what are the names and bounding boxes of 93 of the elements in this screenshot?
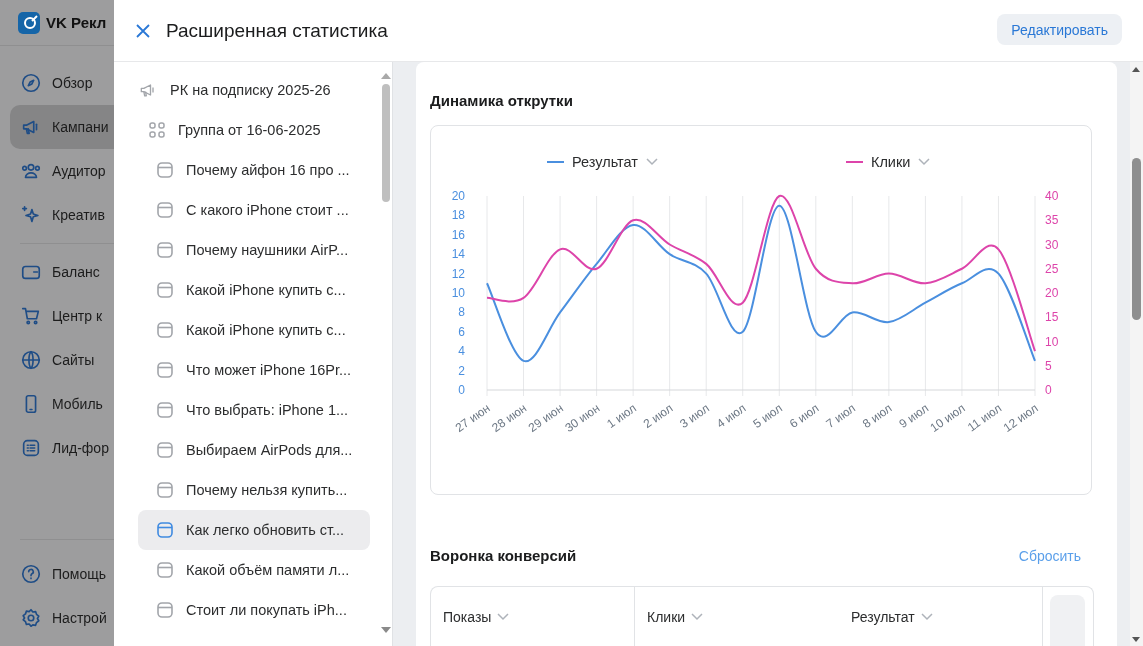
scrollbar[interactable] — [1130, 62, 1143, 646]
window-icon — [156, 441, 174, 459]
nav-item[interactable]: Лид-фор — [10, 426, 114, 470]
nav-item[interactable]: Кампани — [10, 105, 114, 149]
axis-tick-label: 10 — [451, 286, 465, 300]
legend-item[interactable]: Клики — [845, 154, 931, 170]
nav-item[interactable]: Мобиль — [10, 382, 114, 426]
section-title: Динамика открутки — [430, 92, 574, 109]
axis-tick-label: 0 — [1045, 383, 1052, 397]
axis-tick-label: 18 — [451, 208, 465, 223]
globe-icon — [20, 349, 42, 371]
axis-tick-label: 7 июл — [823, 401, 859, 432]
tree-item[interactable]: Почему айфон 16 про ... — [138, 150, 370, 190]
axis-tick-label: 6 — [458, 324, 465, 339]
logo-icon — [18, 11, 40, 34]
help-icon — [20, 563, 42, 585]
axis-tick-label: 5 — [1045, 358, 1052, 373]
nav-item[interactable]: Обзор — [10, 61, 114, 105]
tree-item[interactable]: Как легко обновить ст... — [138, 510, 370, 550]
axis-tick-label: 16 — [451, 227, 465, 242]
window-icon — [156, 201, 174, 219]
edit-button[interactable]: Редактировать — [997, 14, 1122, 45]
axis-tick-label: 3 июл — [677, 401, 712, 432]
axis-tick-label: 14 — [451, 247, 465, 262]
tree-item[interactable]: Какой iPhone купить с... — [138, 310, 370, 350]
list-icon — [20, 437, 42, 459]
axis-tick-label: 35 — [1045, 213, 1059, 228]
axis-tick-label: 25 — [1045, 261, 1059, 276]
tree-item[interactable]: Выбираем AirPods для... — [138, 430, 370, 470]
axis-tick-label: 30 июн — [562, 401, 603, 435]
cart-icon — [20, 305, 42, 327]
nav-item[interactable]: Креатив — [10, 193, 114, 237]
axis-tick-label: 0 — [458, 383, 465, 397]
window-icon — [156, 161, 174, 179]
window-icon — [156, 561, 174, 579]
window-icon — [156, 401, 174, 419]
nav-item[interactable]: Сайты — [10, 338, 114, 382]
close-icon[interactable] — [136, 23, 150, 38]
axis-tick-label: 30 — [1045, 237, 1059, 252]
settings-icon — [20, 607, 42, 629]
tree-item[interactable]: Какой iPhone купить с... — [138, 270, 370, 310]
axis-tick-label: 8 июл — [859, 401, 895, 432]
chevron-down-icon — [691, 612, 704, 621]
nav-item[interactable]: Аудитор — [10, 149, 114, 193]
axis-tick-label: 40 — [1045, 189, 1059, 203]
section-title: Воронка конверсий — [430, 547, 577, 564]
tree-item[interactable]: Что выбрать: iPhone 1... — [138, 390, 370, 430]
grid-icon — [148, 121, 166, 139]
axis-tick-label: 11 июл — [964, 401, 1005, 435]
window-icon — [156, 521, 174, 539]
window-icon — [156, 321, 174, 339]
tree-item[interactable]: Стоит ли покупать iPh... — [138, 590, 370, 630]
tree-item[interactable]: Почему нельзя купить... — [138, 470, 370, 510]
axis-tick-label: 10 — [1045, 334, 1059, 349]
tree-item[interactable]: Что может iPhone 16Pr... — [138, 350, 370, 390]
axis-tick-label: 20 — [451, 189, 465, 203]
window-icon — [156, 361, 174, 379]
nav-item[interactable]: Помощь — [10, 552, 114, 596]
axis-tick-label: 2 — [458, 363, 465, 378]
axis-tick-label: 4 июл — [713, 401, 749, 432]
compass-icon — [20, 72, 42, 94]
axis-tick-label: 5 июл — [750, 401, 785, 432]
window-icon — [156, 601, 174, 619]
column-header[interactable]: Результат — [839, 587, 1043, 646]
tree-item[interactable]: РК на подписку 2025-26 — [138, 70, 370, 110]
chevron-down-icon — [497, 612, 510, 621]
window-icon — [156, 241, 174, 259]
axis-tick-label: 8 — [458, 305, 465, 320]
tree-item[interactable]: Какой объём памяти л... — [138, 550, 370, 590]
axis-tick-label: 1 июл — [604, 401, 639, 432]
axis-tick-label: 4 — [458, 344, 465, 359]
chevron-down-icon — [918, 158, 931, 166]
app-logo-text: VK Рекл — [46, 14, 107, 31]
tree-item[interactable]: Группа от 16-06-2025 — [138, 110, 370, 150]
modal-title: Расширенная статистика — [166, 19, 388, 42]
window-icon — [156, 281, 174, 299]
chevron-down-icon — [920, 612, 933, 621]
axis-tick-label: 9 июл — [896, 401, 932, 432]
nav-item[interactable]: Баланс — [10, 250, 114, 294]
nav-item[interactable]: Настрой — [10, 596, 114, 640]
chevron-down-icon — [645, 158, 658, 166]
column-header[interactable]: Клики — [635, 587, 839, 646]
legend-item[interactable]: Результат — [547, 154, 658, 170]
tree-item[interactable]: С какого iPhone стоит ... — [138, 190, 370, 230]
axis-tick-label: 2 июл — [640, 401, 676, 432]
axis-tick-label: 15 — [1045, 310, 1059, 325]
column-header[interactable]: Показы — [431, 587, 635, 646]
axis-tick-label: 6 июл — [786, 401, 822, 432]
axis-tick-label: 20 — [1045, 286, 1059, 300]
nav-item[interactable]: Центр к — [10, 294, 114, 338]
tree-item[interactable]: Почему наушники AirP... — [138, 230, 370, 270]
axis-tick-label: 12 — [451, 266, 465, 281]
window-icon — [156, 481, 174, 499]
